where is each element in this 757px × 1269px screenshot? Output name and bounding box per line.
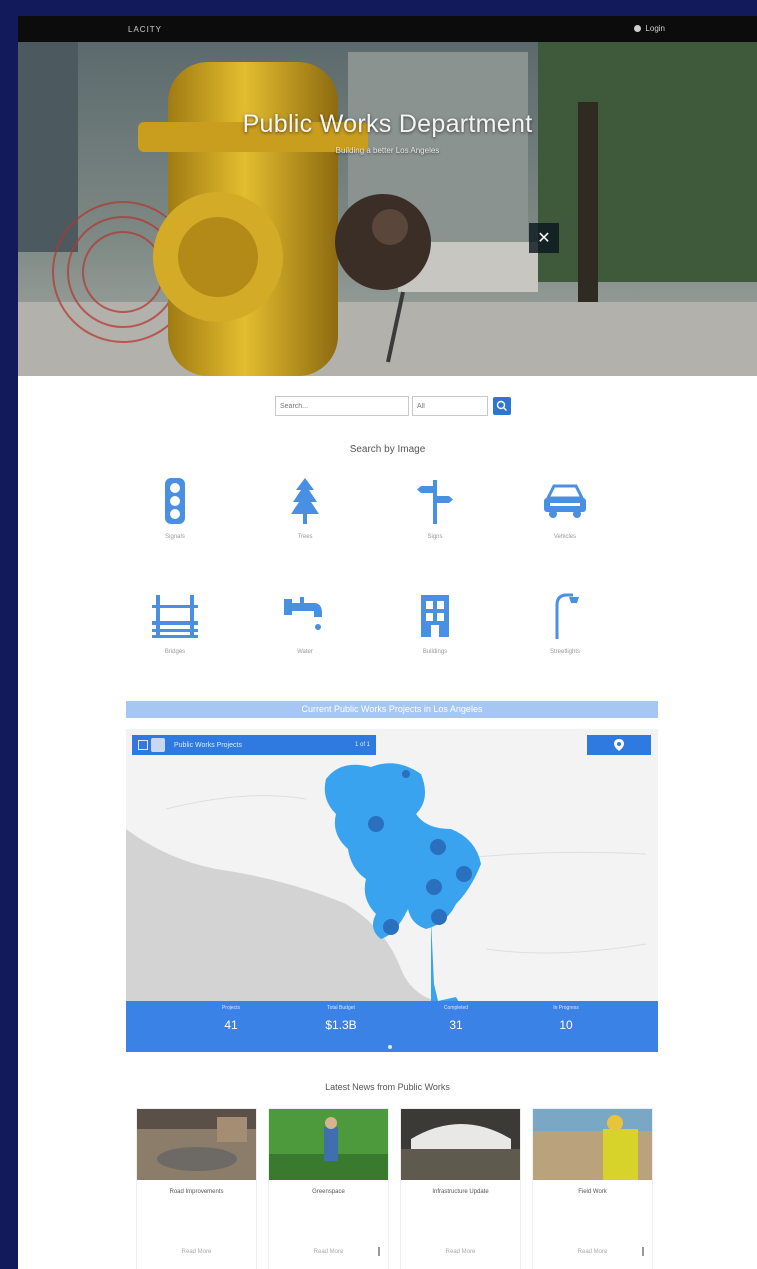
news-card-image [269,1109,388,1180]
news-card-image [137,1109,256,1180]
news-card-title: Road Improvements [169,1189,224,1195]
building-icon [421,595,449,637]
search-bar [275,396,511,418]
news-card-footer[interactable]: Read More [137,1249,256,1255]
service-label: Water [297,649,313,655]
stat-value: 31 [449,1018,463,1032]
close-icon[interactable]: ✕ [529,223,559,253]
project-stats-bar: Projects 41 Total Budget $1.3B Completed… [126,1001,658,1052]
service-label: Trees [297,534,313,540]
service-streetlights[interactable]: Streetlights [520,591,610,657]
news-card-title: Greenspace [312,1189,345,1195]
service-water[interactable]: Water [260,591,350,657]
service-signs[interactable]: Signs [390,476,480,542]
stat-in-progress: In Progress 10 [521,1005,611,1032]
news-card-title: Infrastructure Update [432,1189,489,1195]
hero-banner: Public Works Department Building a bette… [18,42,757,376]
news-card-title: Field Work [578,1189,607,1195]
service-signals[interactable]: Signals [130,476,220,542]
map-action-button[interactable] [587,735,651,755]
map-toolbar-title: Public Works Projects [174,741,242,749]
map-pin-icon [614,739,624,751]
service-label: Buildings [422,649,448,655]
stat-label: Projects [221,1005,241,1011]
search-icon [496,400,507,411]
stat-budget: Total Budget $1.3B [296,1005,386,1032]
bridge-icon [152,595,198,638]
traffic-light-icon [165,478,185,524]
news-card-image [533,1109,652,1180]
stat-label: In Progress [553,1005,579,1011]
tree-icon [291,478,319,524]
browser-frame: LACITY Login Public Works Department Bui… [18,16,757,1269]
stat-completed: Completed 31 [411,1005,501,1032]
project-map[interactable]: Public Works Projects 1 of 1 Projects 41… [126,729,658,1052]
news-cards: Road Improvements Read More Greenspace R… [136,1108,656,1269]
top-nav-bar: LACITY Login [18,16,757,42]
account-label: Login [645,24,665,33]
streetlight-icon [555,593,579,639]
map-toolbar: Public Works Projects 1 of 1 [132,735,376,755]
news-card[interactable]: Greenspace Read More [268,1108,389,1269]
news-card-footer[interactable]: Read More [533,1249,652,1255]
services-heading: Search by Image [349,444,426,455]
hero-photo [18,42,757,376]
street-sign-icon [417,480,453,524]
news-card-image [401,1109,520,1180]
service-label: Signals [165,534,185,540]
user-icon [634,25,642,32]
news-card[interactable]: Road Improvements Read More [136,1108,257,1269]
stat-value: 10 [559,1018,573,1032]
category-filter[interactable] [412,396,488,416]
layers-icon[interactable] [151,738,165,752]
faucet-icon [284,597,322,630]
service-bridges[interactable]: Bridges [130,591,220,657]
service-vehicles[interactable]: Vehicles [520,476,610,542]
news-card-footer[interactable]: Read More [269,1249,388,1255]
stat-projects: Projects 41 [186,1005,276,1032]
service-label: Vehicles [553,534,577,540]
more-options-icon[interactable] [378,1247,380,1256]
news-card-footer[interactable]: Read More [401,1249,520,1255]
news-heading: Latest News from Public Works [325,1082,450,1092]
search-button[interactable] [493,397,511,415]
map-banner: Current Public Works Projects in Los Ang… [126,701,658,718]
service-label: Signs [427,534,443,540]
carousel-dot[interactable] [388,1045,392,1049]
hero-subtitle: Building a better Los Angeles [335,146,440,155]
stat-label: Total Budget [327,1005,355,1011]
site-logo[interactable]: LACITY [128,25,162,34]
search-input[interactable] [275,396,409,416]
map-toolbar-count: 1 of 1 [354,742,370,748]
news-card[interactable]: Infrastructure Update Read More [400,1108,521,1269]
menu-icon[interactable] [138,740,148,750]
hero-title: Public Works Department [242,110,533,138]
stat-value: 41 [224,1018,238,1032]
service-buildings[interactable]: Buildings [390,591,480,657]
vehicle-icon [544,484,586,518]
service-trees[interactable]: Trees [260,476,350,542]
service-label: Bridges [164,649,186,655]
account-link[interactable]: Login [634,24,665,33]
stat-value: $1.3B [325,1018,357,1032]
stat-label: Completed [443,1005,469,1011]
service-label: Streetlights [549,649,580,655]
news-card[interactable]: Field Work Read More [532,1108,653,1269]
more-options-icon[interactable] [642,1247,644,1256]
